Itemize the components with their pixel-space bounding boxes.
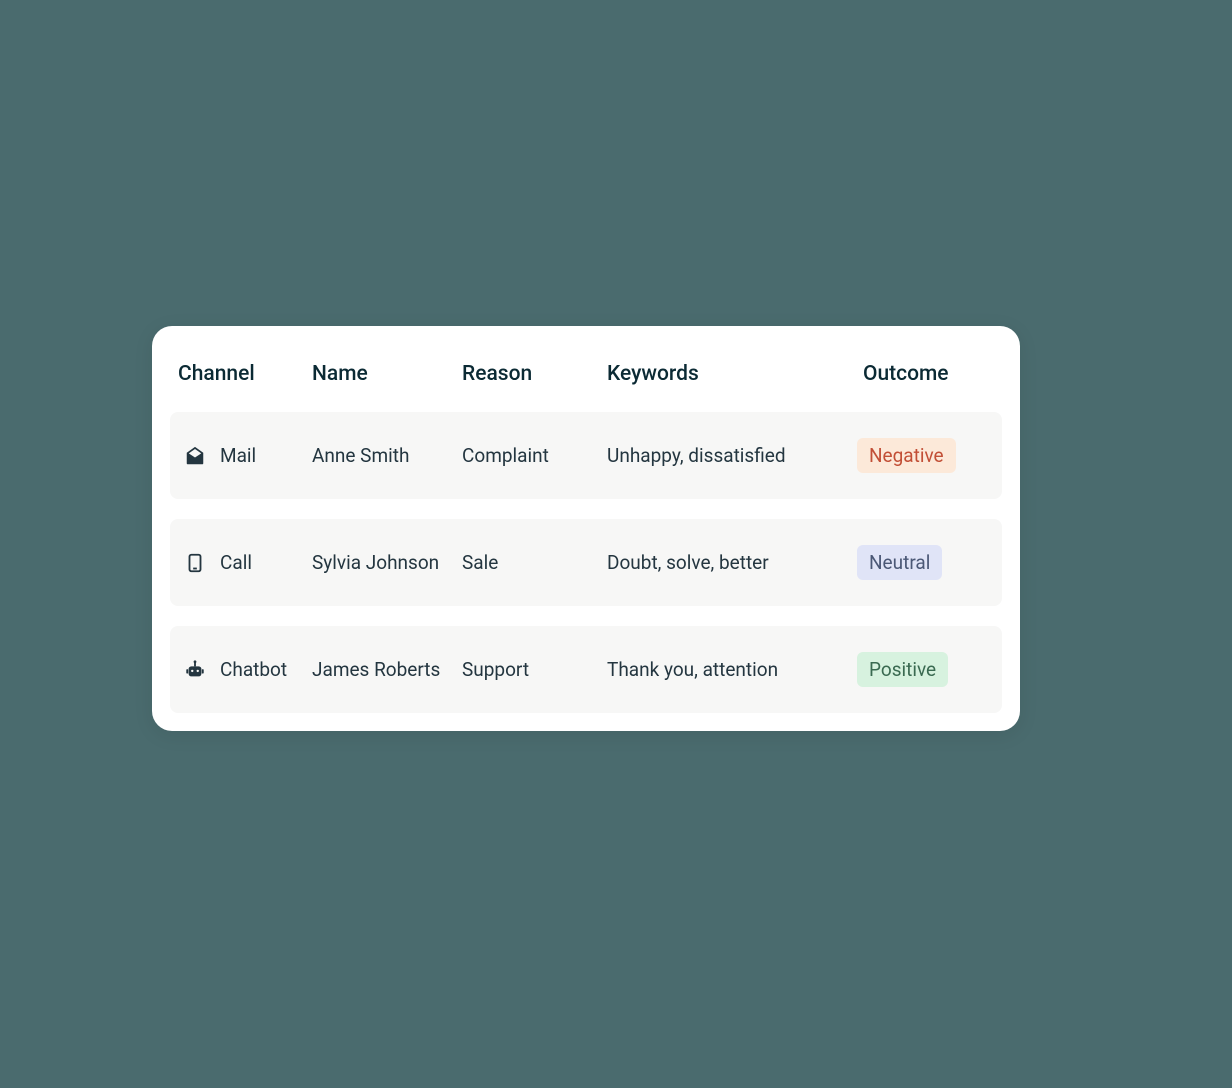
data-table-card: Channel Name Reason Keywords Outcome Mai… xyxy=(152,326,1020,731)
keywords-cell: Thank you, attention xyxy=(607,658,857,681)
header-channel: Channel xyxy=(178,362,312,386)
table-row[interactable]: Mail Anne Smith Complaint Unhappy, dissa… xyxy=(170,412,1002,499)
channel-label: Mail xyxy=(220,444,256,467)
reason-cell: Sale xyxy=(462,551,607,574)
table-header-row: Channel Name Reason Keywords Outcome xyxy=(170,344,1002,412)
name-cell: Sylvia Johnson xyxy=(312,551,462,574)
channel-label: Chatbot xyxy=(220,658,287,681)
keywords-cell: Doubt, solve, better xyxy=(607,551,857,574)
name-cell: James Roberts xyxy=(312,658,462,681)
table-row[interactable]: Call Sylvia Johnson Sale Doubt, solve, b… xyxy=(170,519,1002,606)
channel-cell: Chatbot xyxy=(178,658,312,681)
name-cell: Anne Smith xyxy=(312,444,462,467)
outcome-badge-neutral: Neutral xyxy=(857,545,942,580)
header-outcome: Outcome xyxy=(857,362,978,386)
outcome-badge-negative: Negative xyxy=(857,438,956,473)
channel-cell: Mail xyxy=(178,444,312,467)
header-keywords: Keywords xyxy=(607,362,857,386)
outcome-badge-positive: Positive xyxy=(857,652,948,687)
mail-icon xyxy=(184,445,206,467)
phone-icon xyxy=(184,552,206,574)
header-name: Name xyxy=(312,362,462,386)
outcome-cell: Negative xyxy=(857,438,978,473)
bot-icon xyxy=(184,659,206,681)
header-reason: Reason xyxy=(462,362,607,386)
channel-label: Call xyxy=(220,551,252,574)
reason-cell: Complaint xyxy=(462,444,607,467)
outcome-cell: Positive xyxy=(857,652,978,687)
outcome-cell: Neutral xyxy=(857,545,978,580)
channel-cell: Call xyxy=(178,551,312,574)
reason-cell: Support xyxy=(462,658,607,681)
table-row[interactable]: Chatbot James Roberts Support Thank you,… xyxy=(170,626,1002,713)
keywords-cell: Unhappy, dissatisfied xyxy=(607,444,857,467)
